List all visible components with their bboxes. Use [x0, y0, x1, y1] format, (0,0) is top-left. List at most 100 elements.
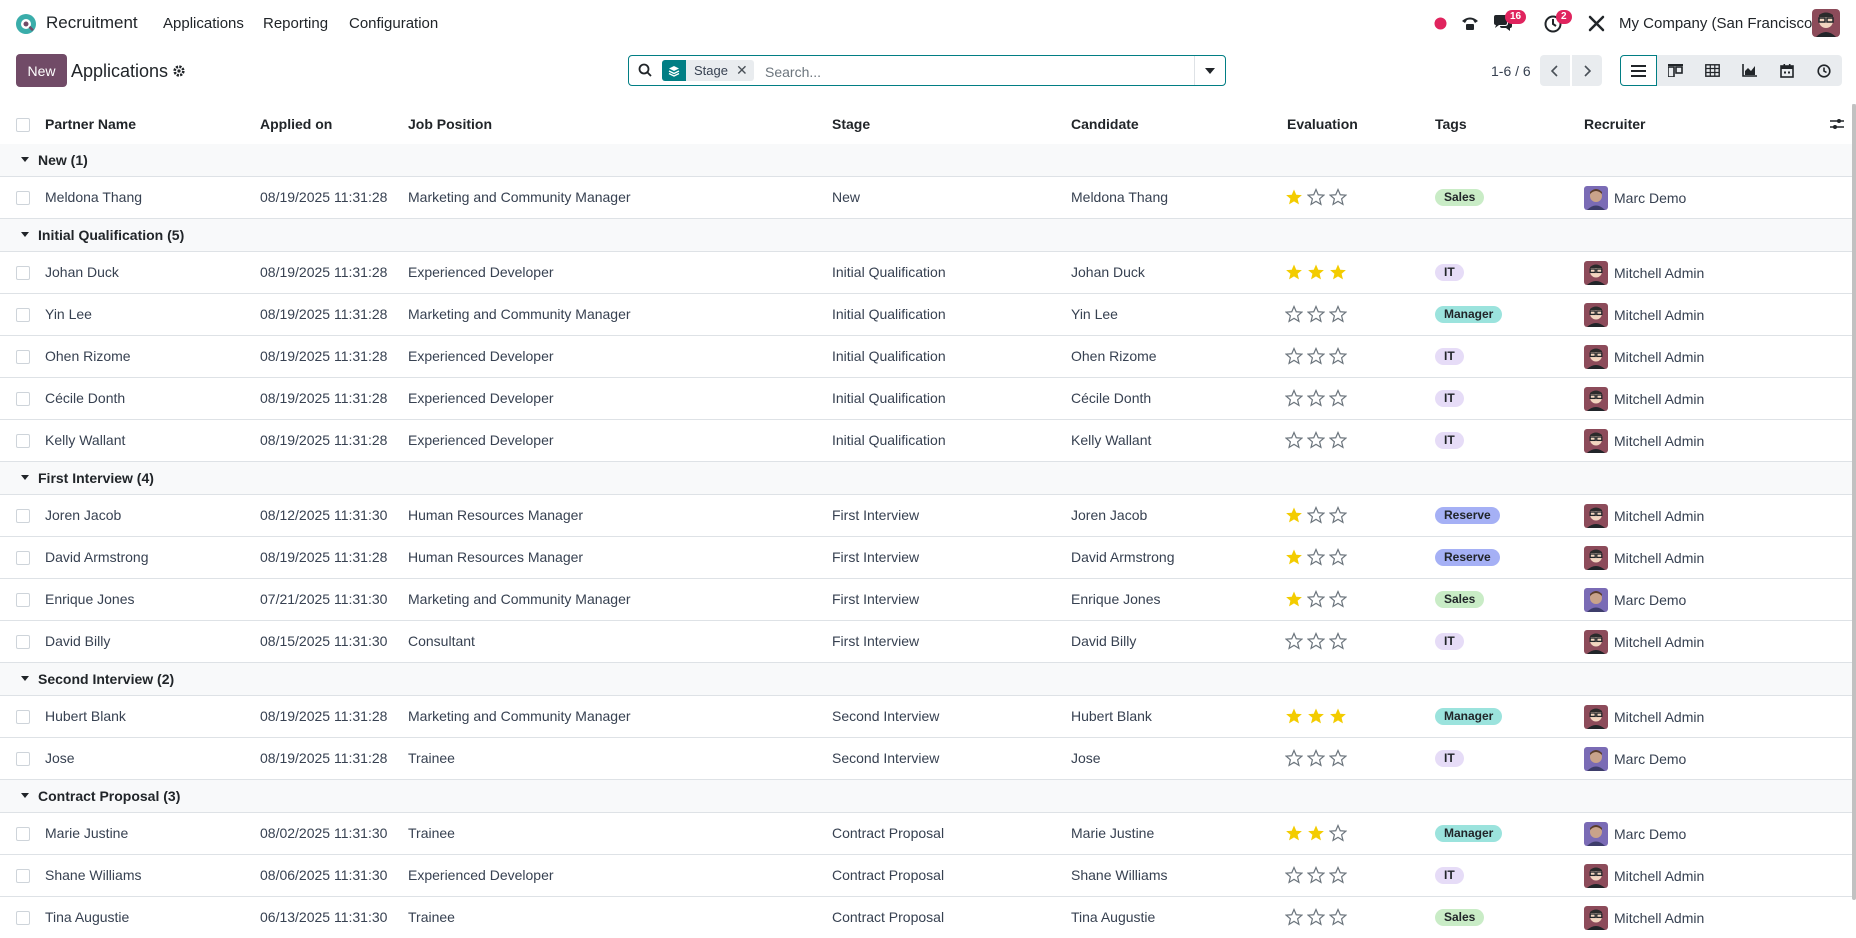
col-partner-name[interactable]: Partner Name — [45, 116, 136, 132]
star-empty-icon[interactable] — [1329, 548, 1347, 566]
table-row[interactable]: David Armstrong 08/19/2025 11:31:28 Human … — [0, 537, 1852, 579]
menu-reporting[interactable]: Reporting — [263, 15, 328, 32]
avatar[interactable] — [1584, 546, 1608, 570]
star-empty-icon[interactable] — [1329, 824, 1347, 842]
row-checkbox[interactable] — [16, 752, 30, 766]
recruitment-app-icon[interactable] — [15, 13, 37, 35]
star-empty-icon[interactable] — [1329, 632, 1347, 650]
avatar[interactable] — [1584, 504, 1608, 528]
kanban-view-button[interactable] — [1657, 55, 1694, 86]
avatar[interactable] — [1584, 429, 1608, 453]
table-row[interactable]: Johan Duck 08/19/2025 11:31:28 Experienced… — [0, 252, 1852, 294]
star-filled-icon[interactable] — [1285, 590, 1303, 608]
star-empty-icon[interactable] — [1307, 389, 1325, 407]
search-input[interactable] — [763, 60, 1067, 83]
group-header[interactable]: First Interview (4) — [0, 462, 1852, 495]
evaluation-stars[interactable] — [1285, 548, 1347, 566]
evaluation-stars[interactable] — [1285, 305, 1347, 323]
table-row[interactable]: Hubert Blank 08/19/2025 11:31:28 Marketing… — [0, 696, 1852, 738]
star-empty-icon[interactable] — [1307, 632, 1325, 650]
star-empty-icon[interactable] — [1329, 347, 1347, 365]
star-empty-icon[interactable] — [1285, 305, 1303, 323]
group-header[interactable]: New (1) — [0, 144, 1852, 177]
col-stage[interactable]: Stage — [832, 116, 870, 132]
star-filled-icon[interactable] — [1285, 506, 1303, 524]
search-options-toggle[interactable] — [1194, 56, 1225, 85]
star-empty-icon[interactable] — [1307, 305, 1325, 323]
col-applied-on[interactable]: Applied on — [260, 116, 332, 132]
star-empty-icon[interactable] — [1329, 866, 1347, 884]
table-row[interactable]: Ohen Rizome 08/19/2025 11:31:28 Experience… — [0, 336, 1852, 378]
col-tags[interactable]: Tags — [1435, 116, 1467, 132]
evaluation-stars[interactable] — [1285, 707, 1347, 725]
star-filled-icon[interactable] — [1285, 707, 1303, 725]
graph-view-button[interactable] — [1731, 55, 1768, 86]
star-empty-icon[interactable] — [1329, 389, 1347, 407]
evaluation-stars[interactable] — [1285, 188, 1347, 206]
star-empty-icon[interactable] — [1285, 749, 1303, 767]
star-empty-icon[interactable] — [1329, 749, 1347, 767]
table-row[interactable]: Marie Justine 08/02/2025 11:31:30 Trainee C… — [0, 813, 1852, 855]
star-filled-icon[interactable] — [1329, 263, 1347, 281]
group-header[interactable]: Contract Proposal (3) — [0, 780, 1852, 813]
star-filled-icon[interactable] — [1285, 824, 1303, 842]
star-empty-icon[interactable] — [1285, 347, 1303, 365]
row-checkbox[interactable] — [16, 635, 30, 649]
star-empty-icon[interactable] — [1307, 506, 1325, 524]
table-row[interactable]: David Billy 08/15/2025 11:31:30 Consultant… — [0, 621, 1852, 663]
star-empty-icon[interactable] — [1307, 749, 1325, 767]
star-empty-icon[interactable] — [1285, 866, 1303, 884]
star-empty-icon[interactable] — [1285, 389, 1303, 407]
table-row[interactable]: Kelly Wallant 08/19/2025 11:31:28 Experien… — [0, 420, 1852, 462]
company-switcher[interactable]: My Company (San Francisco) — [1619, 15, 1817, 32]
row-checkbox[interactable] — [16, 509, 30, 523]
avatar[interactable] — [1584, 822, 1608, 846]
star-empty-icon[interactable] — [1329, 908, 1347, 926]
pager-previous-button[interactable] — [1540, 55, 1570, 86]
menu-configuration[interactable]: Configuration — [349, 15, 438, 32]
row-checkbox[interactable] — [16, 434, 30, 448]
table-row[interactable]: Yin Lee 08/19/2025 11:31:28 Marketing and … — [0, 294, 1852, 336]
row-checkbox[interactable] — [16, 911, 30, 925]
star-empty-icon[interactable] — [1285, 632, 1303, 650]
star-empty-icon[interactable] — [1285, 431, 1303, 449]
col-evaluation[interactable]: Evaluation — [1287, 116, 1358, 132]
avatar[interactable] — [1584, 906, 1608, 930]
star-empty-icon[interactable] — [1307, 431, 1325, 449]
col-candidate[interactable]: Candidate — [1071, 116, 1139, 132]
star-filled-icon[interactable] — [1285, 263, 1303, 281]
debug-tools-icon[interactable] — [1588, 15, 1605, 32]
row-checkbox[interactable] — [16, 350, 30, 364]
star-empty-icon[interactable] — [1307, 347, 1325, 365]
avatar[interactable] — [1584, 345, 1608, 369]
remove-facet-icon[interactable]: ✕ — [736, 62, 754, 79]
group-header[interactable]: Initial Qualification (5) — [0, 219, 1852, 252]
evaluation-stars[interactable] — [1285, 506, 1347, 524]
row-checkbox[interactable] — [16, 710, 30, 724]
star-filled-icon[interactable] — [1307, 707, 1325, 725]
group-header[interactable]: Second Interview (2) — [0, 663, 1852, 696]
vertical-scrollbar[interactable] — [1852, 104, 1856, 900]
avatar[interactable] — [1584, 747, 1608, 771]
table-row[interactable]: Shane Williams 08/06/2025 11:31:30 Experie… — [0, 855, 1852, 897]
star-filled-icon[interactable] — [1285, 188, 1303, 206]
record-icon[interactable] — [1434, 17, 1447, 30]
avatar[interactable] — [1584, 630, 1608, 654]
avatar[interactable] — [1584, 705, 1608, 729]
table-row[interactable]: Tina Augustie 06/13/2025 11:31:30 Trainee C… — [0, 897, 1852, 938]
row-checkbox[interactable] — [16, 551, 30, 565]
table-row[interactable]: Jose 08/19/2025 11:31:28 Trainee Second Int… — [0, 738, 1852, 780]
evaluation-stars[interactable] — [1285, 431, 1347, 449]
star-empty-icon[interactable] — [1307, 188, 1325, 206]
menu-applications[interactable]: Applications — [163, 15, 244, 32]
star-empty-icon[interactable] — [1307, 908, 1325, 926]
row-checkbox[interactable] — [16, 308, 30, 322]
star-empty-icon[interactable] — [1329, 590, 1347, 608]
pager-next-button[interactable] — [1572, 55, 1602, 86]
row-checkbox[interactable] — [16, 392, 30, 406]
avatar[interactable] — [1584, 588, 1608, 612]
row-checkbox[interactable] — [16, 191, 30, 205]
app-name[interactable]: Recruitment — [46, 13, 138, 33]
avatar[interactable] — [1584, 261, 1608, 285]
star-empty-icon[interactable] — [1307, 590, 1325, 608]
